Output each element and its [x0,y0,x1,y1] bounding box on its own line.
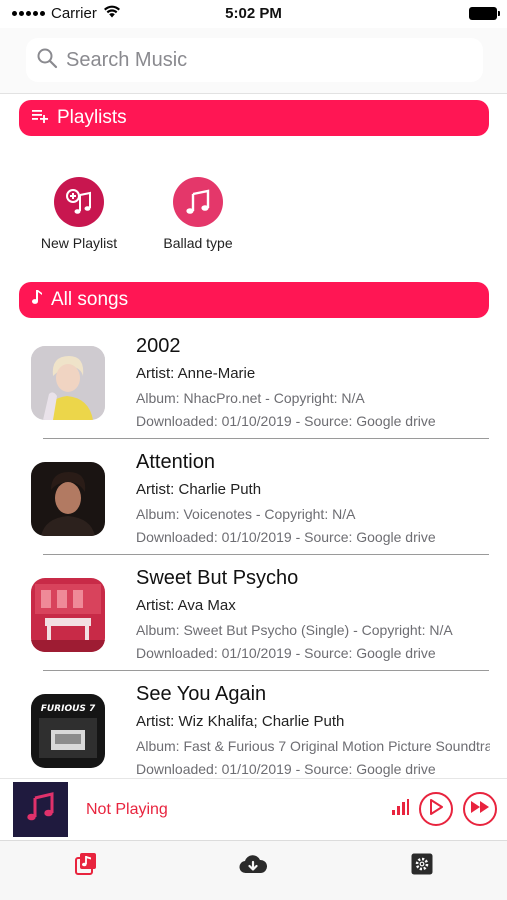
music-note-icon [31,289,43,311]
search-bar [0,28,507,94]
playlists-title: Playlists [57,107,127,128]
music-note-icon [24,790,58,829]
album-art [31,346,105,420]
fast-forward-icon [470,800,490,819]
player-artwork [13,782,68,837]
song-title: See You Again [136,683,267,705]
song-artist: Artist: Anne-Marie [136,365,256,382]
divider [43,670,489,671]
album-art [31,578,105,652]
song-artist: Artist: Wiz Khalifa; Charlie Puth [136,713,345,730]
song-artist: Artist: Ava Max [136,597,236,614]
divider [43,554,489,555]
song-album: Album: Voicenotes - Copyright: N/A [136,506,356,522]
playlists-header: Playlists [19,100,489,136]
now-playing-bar[interactable]: Not Playing [0,778,507,840]
equalizer-icon[interactable] [391,798,409,821]
divider [43,438,489,439]
song-title: Sweet But Psycho [136,567,299,589]
playlist-label: Ballad type [163,235,233,251]
new-playlist-icon [54,177,104,227]
song-row[interactable]: Sweet But Psycho Artist: Ava Max Album: … [0,560,507,676]
tab-songs[interactable] [65,851,105,881]
song-row[interactable]: 2002 Artist: Anne-Marie Album: NhacPro.n… [0,328,507,444]
song-title: 2002 [136,335,181,357]
all-songs-title: All songs [51,289,129,310]
song-album: Album: Fast & Furious 7 Original Motion … [136,738,490,754]
song-album: Album: Sweet But Psycho (Single) - Copyr… [136,622,453,638]
cloud-download-icon [238,853,268,880]
playlist-add-icon [31,107,49,129]
gear-icon [410,852,434,881]
tab-bar [0,840,507,900]
play-button[interactable] [419,792,453,826]
song-downloaded: Downloaded: 01/10/2019 - Source: Google … [136,529,436,545]
playlist-ballad-type[interactable]: Ballad type [138,177,258,251]
song-album: Album: NhacPro.net - Copyright: N/A [136,390,365,406]
song-downloaded: Downloaded: 01/10/2019 - Source: Google … [136,645,436,661]
all-songs-header: All songs [19,282,489,318]
album-art [31,462,105,536]
song-artist: Artist: Charlie Puth [136,481,262,498]
search-box[interactable] [26,38,483,82]
status-bar: Carrier 5:02 PM [0,0,507,28]
next-button[interactable] [463,792,497,826]
search-input[interactable] [66,48,446,72]
song-title: Attention [136,451,215,473]
player-status: Not Playing [86,801,168,818]
status-time: 5:02 PM [225,5,282,22]
playlist-new[interactable]: New Playlist [19,177,139,251]
music-library-icon [72,851,98,882]
music-note-icon [173,177,223,227]
song-downloaded: Downloaded: 01/10/2019 - Source: Google … [136,761,436,777]
song-list[interactable]: 2002 Artist: Anne-Marie Album: NhacPro.n… [0,328,507,778]
tab-download[interactable] [233,851,273,881]
song-row[interactable]: FURIOUS 7 See You Again Artist: Wiz Khal… [0,676,507,778]
player-controls [391,792,497,826]
battery-icon [469,7,500,20]
album-art: FURIOUS 7 [31,694,105,768]
song-downloaded: Downloaded: 01/10/2019 - Source: Google … [136,413,436,429]
search-icon [36,47,58,74]
playlist-label: New Playlist [40,235,118,251]
song-row[interactable]: Attention Artist: Charlie Puth Album: Vo… [0,444,507,560]
tab-settings[interactable] [402,851,442,881]
play-icon [429,798,443,820]
album-art-text: FURIOUS 7 [41,704,96,714]
